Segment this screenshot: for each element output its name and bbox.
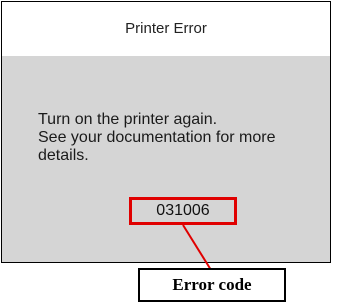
error-code-callout-label: Error code (138, 268, 286, 302)
error-message: Turn on the printer again. See your docu… (38, 111, 328, 165)
error-code-value: 031006 (129, 197, 237, 225)
printer-error-dialog: Printer Error Turn on the printer again.… (1, 1, 331, 263)
error-message-line: Turn on the printer again. (38, 111, 218, 128)
error-message-line: details. (38, 147, 89, 164)
dialog-title: Printer Error (2, 2, 330, 56)
dialog-body-panel: Turn on the printer again. See your docu… (2, 56, 330, 262)
error-message-line: See your documentation for more (38, 129, 276, 146)
